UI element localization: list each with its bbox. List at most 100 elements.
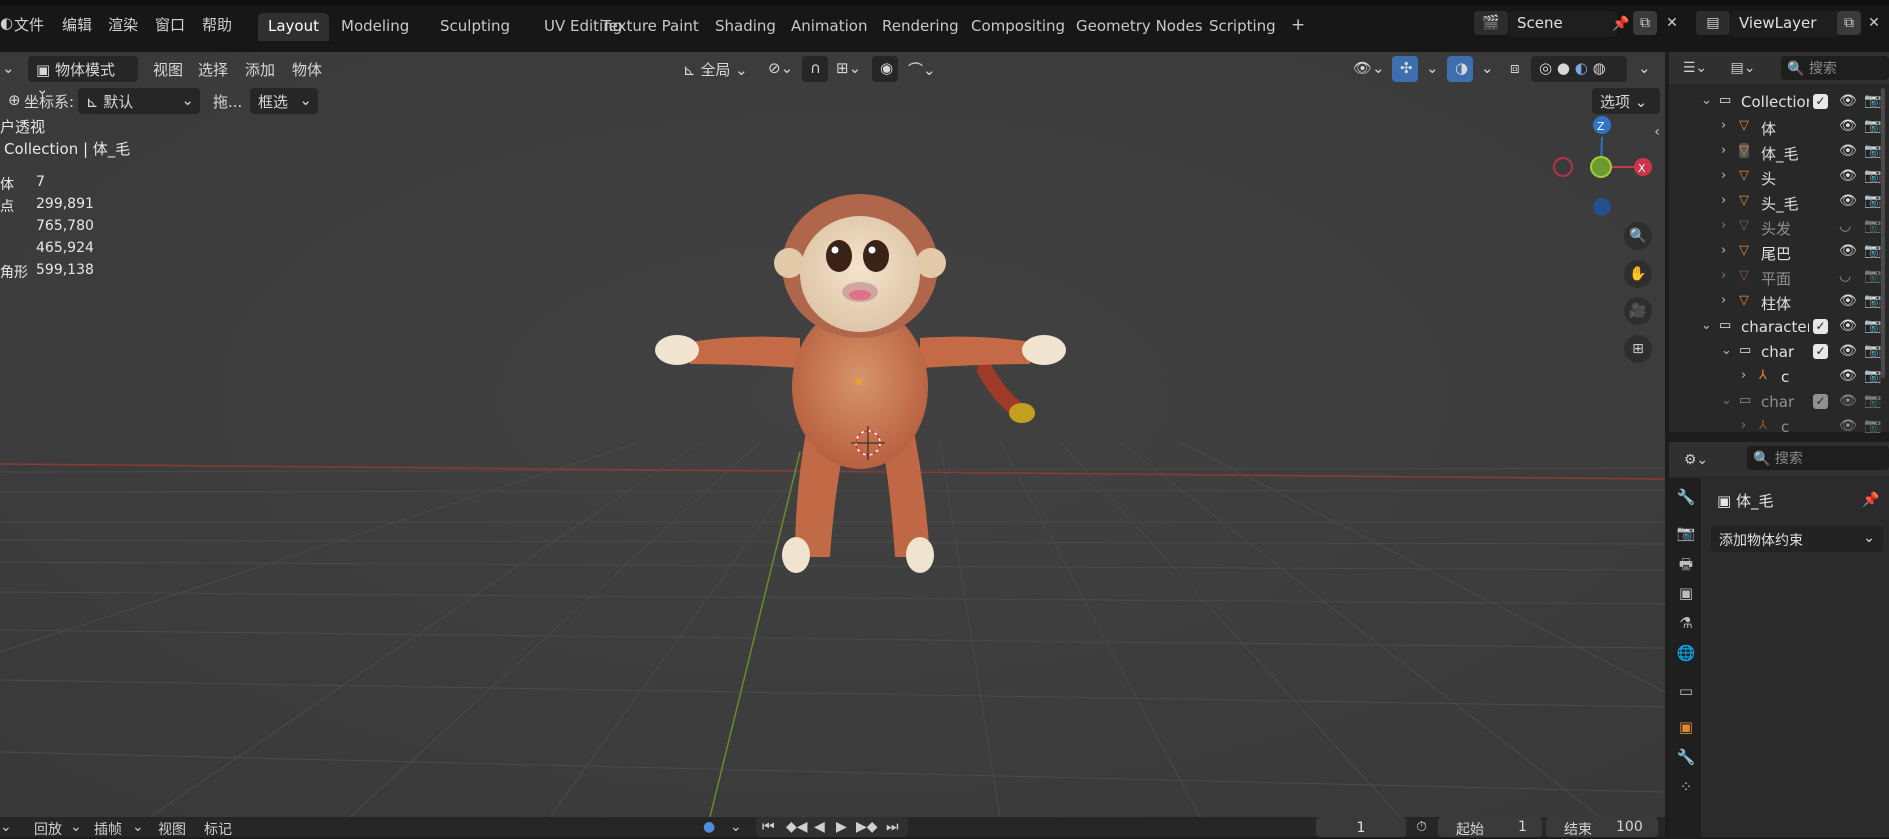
current-frame-field[interactable]: 1 <box>1316 817 1406 837</box>
exclude-checkbox[interactable]: ✓ <box>1813 394 1828 409</box>
expand-chevron-icon[interactable]: › <box>1721 218 1726 233</box>
add-object-constraint-dropdown[interactable]: 添加物体约束 ⌄ <box>1711 526 1883 552</box>
menu-object[interactable]: 物体 <box>284 56 330 82</box>
render-camera-icon[interactable]: 📷 <box>1864 118 1881 134</box>
eye-icon[interactable]: 👁 <box>1839 243 1857 259</box>
expand-chevron-icon[interactable]: › <box>1741 368 1746 383</box>
tab-rendering[interactable]: Rendering <box>872 13 969 41</box>
blender-logo-icon[interactable]: ◐ <box>0 14 13 32</box>
eye-icon[interactable]: 👁 <box>1839 368 1857 384</box>
view-layer-name-field[interactable]: ViewLayer <box>1731 11 1841 37</box>
eye-closed-icon[interactable]: ◡ <box>1839 268 1851 284</box>
scene-selector-icon[interactable]: 🎬 <box>1474 11 1508 35</box>
mode-selector[interactable]: ▣ 物体模式 ⌄ <box>28 56 138 98</box>
expand-chevron-icon[interactable]: › <box>1721 143 1726 158</box>
outliner-row[interactable]: › ▽ 体 👁 📷 <box>1669 115 1889 140</box>
menu-playback[interactable]: 回放 <box>34 819 62 839</box>
view-layer-tab-icon[interactable]: ▣ <box>1675 584 1697 606</box>
next-keyframe-icon[interactable]: ▶◆ <box>856 819 878 835</box>
gizmo-toggle-icon[interactable]: ✣ <box>1392 56 1418 82</box>
delete-scene-icon[interactable]: ✕ <box>1660 11 1684 35</box>
3d-viewport[interactable]: Z X ⌄ ▣ 物体模式 ⌄ 视图 选择 添加 物体 ⊾ 全局 ⌄ ⊘⌄ ∩ ⊞… <box>0 52 1665 817</box>
render-camera-icon[interactable]: 📷 <box>1864 193 1881 209</box>
display-mode-icon[interactable]: ▤⌄ <box>1727 56 1759 80</box>
expand-chevron-icon[interactable]: › <box>1721 168 1726 183</box>
render-camera-icon[interactable]: 📷 <box>1864 268 1881 284</box>
eye-icon[interactable]: 👁 <box>1839 293 1857 309</box>
delete-view-layer-icon[interactable]: ✕ <box>1862 11 1886 35</box>
outliner-row[interactable]: › ▽ 头发 ◡ 📷 <box>1669 215 1889 240</box>
render-camera-icon[interactable]: 📷 <box>1864 343 1881 359</box>
object-tab-icon[interactable]: ▣ <box>1675 718 1697 740</box>
tool-tab-icon[interactable]: 🔧 <box>1675 488 1697 510</box>
sidebar-toggle-icon[interactable]: ‹ <box>1650 120 1664 144</box>
view-layer-selector-icon[interactable]: ▤ <box>1696 11 1730 35</box>
menu-edit[interactable]: 编辑 <box>62 14 92 35</box>
expand-chevron-icon[interactable]: › <box>1721 243 1726 258</box>
editor-type-icon[interactable]: ☰⌄ <box>1679 56 1711 80</box>
outliner-row[interactable]: › ▽ 体_毛 👁 📷 <box>1669 140 1889 165</box>
eye-icon[interactable]: 👁 <box>1839 393 1857 409</box>
camera-view-icon[interactable]: 🎥 <box>1624 297 1652 325</box>
expand-chevron-icon[interactable]: › <box>1741 418 1746 433</box>
wireframe-shading-icon[interactable]: ◎ <box>1539 59 1552 77</box>
tab-modeling[interactable]: Modeling <box>331 13 419 41</box>
outliner-row[interactable]: ⌄ ▭ char ✓ 👁 📷 <box>1669 390 1889 415</box>
scene-name-field[interactable]: Scene <box>1509 11 1617 37</box>
menu-select[interactable]: 选择 <box>190 56 236 82</box>
render-camera-icon[interactable]: 📷 <box>1864 393 1881 409</box>
tab-sculpting[interactable]: Sculpting <box>430 13 520 41</box>
new-view-layer-icon[interactable]: ⧉ <box>1837 11 1861 35</box>
eye-icon[interactable]: 👁 <box>1839 318 1857 334</box>
expand-chevron-icon[interactable]: › <box>1721 268 1726 283</box>
perspective-toggle-icon[interactable]: ⊞ <box>1624 335 1652 363</box>
menu-help[interactable]: 帮助 <box>202 14 232 35</box>
outliner-row[interactable]: › ▽ 柱体 👁 📷 <box>1669 290 1889 315</box>
coord-system-dropdown[interactable]: ⊾ 默认 ⌄ <box>78 88 200 114</box>
menu-view[interactable]: 视图 <box>158 819 186 839</box>
tab-scripting[interactable]: Scripting <box>1199 13 1286 41</box>
eye-icon[interactable]: 👁 <box>1839 193 1857 209</box>
timeline-editor-icon[interactable]: ⌄ <box>0 819 12 835</box>
render-camera-icon[interactable]: 📷 <box>1864 93 1881 109</box>
overlays-dropdown-icon[interactable]: ⌄ <box>1473 56 1502 82</box>
eye-icon[interactable]: 👁 <box>1839 93 1857 109</box>
outliner-row[interactable]: › ⅄ c 👁 📷 <box>1669 415 1889 440</box>
new-scene-icon[interactable]: ⧉ <box>1633 11 1657 35</box>
tab-layout[interactable]: Layout <box>258 13 329 41</box>
render-camera-icon[interactable]: 📷 <box>1864 318 1881 334</box>
properties-search-input[interactable]: 🔍 搜索 <box>1747 446 1889 470</box>
render-tab-icon[interactable]: 📷 <box>1675 524 1697 546</box>
outliner-row[interactable]: › ▽ 头 👁 📷 <box>1669 165 1889 190</box>
tab-shading[interactable]: Shading <box>705 13 786 41</box>
world-tab-icon[interactable]: 🌐 <box>1675 644 1697 666</box>
tab-compositing[interactable]: Compositing <box>961 13 1075 41</box>
tab-geometry-nodes[interactable]: Geometry Nodes <box>1066 13 1213 41</box>
editor-type-icon[interactable]: ⌄ <box>0 56 20 82</box>
particles-tab-icon[interactable]: ⁘ <box>1675 778 1697 800</box>
menu-keying[interactable]: 插帧 <box>94 819 122 839</box>
falloff-icon[interactable]: ⌒⌄ <box>900 56 944 82</box>
transform-orientation-dropdown[interactable]: ⊾ 全局 ⌄ <box>675 56 756 82</box>
jump-end-icon[interactable]: ⏭ <box>886 819 899 835</box>
menu-add[interactable]: 添加 <box>237 56 283 82</box>
chevron-down-icon[interactable]: ⌄ <box>70 819 82 835</box>
exclude-checkbox[interactable]: ✓ <box>1813 94 1828 109</box>
render-camera-icon[interactable]: 📷 <box>1864 243 1881 259</box>
expand-chevron-icon[interactable]: › <box>1721 193 1726 208</box>
auto-keying-icon[interactable]: ● <box>703 819 715 835</box>
eye-icon[interactable]: 👁 <box>1839 118 1857 134</box>
modifier-tab-icon[interactable]: 🔧 <box>1675 748 1697 770</box>
tab-texture-paint[interactable]: Texture Paint <box>592 13 709 41</box>
end-frame-field[interactable]: 结束 100 <box>1546 817 1658 838</box>
collapse-chevron-icon[interactable]: ⌄ <box>1721 343 1732 358</box>
menu-file[interactable]: 文件 <box>14 14 44 35</box>
outliner-row[interactable]: › ▽ 头_毛 👁 📷 <box>1669 190 1889 215</box>
menu-marker[interactable]: 标记 <box>204 819 232 839</box>
shading-modes[interactable]: ◎ ● ◐ ◍ <box>1531 56 1627 82</box>
zoom-icon[interactable]: 🔍 <box>1624 222 1652 250</box>
snap-toggle-icon[interactable]: ∩ <box>802 56 828 82</box>
collapse-chevron-icon[interactable]: ⌄ <box>1701 93 1712 108</box>
outliner-row[interactable]: › ⅄ c 👁 📷 <box>1669 365 1889 390</box>
eye-closed-icon[interactable]: ◡ <box>1839 218 1851 234</box>
